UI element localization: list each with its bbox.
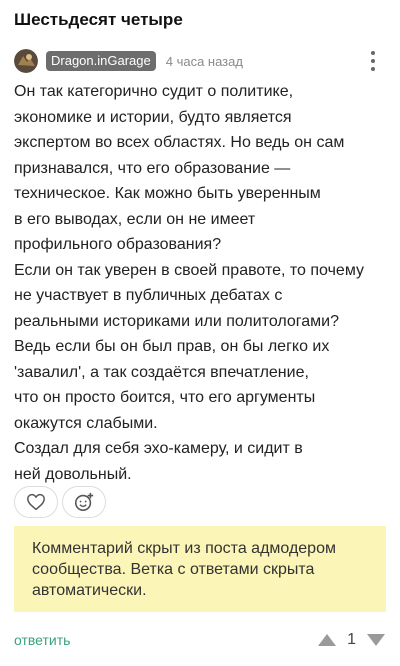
comment-line: экспертом во всех областях. Но ведь он с… — [14, 134, 345, 151]
comment-line: реальными историками или политологами? — [14, 312, 340, 330]
comment-body: Он так категорично судит о политике, экон… — [14, 79, 390, 487]
comment-line: ней довольный. — [14, 465, 132, 483]
comment-line: что он просто боится, что его аргументы — [14, 389, 316, 406]
more-vertical-icon[interactable] — [370, 51, 376, 71]
hidden-comment-notice: Комментарий скрыт из поста адмодером соо… — [14, 526, 386, 612]
triangle-down-icon — [367, 634, 385, 646]
comment-line: не участвует в публичных дебатах с — [14, 287, 283, 304]
downvote-button[interactable] — [366, 633, 386, 647]
vote-score: 1 — [347, 631, 356, 648]
comment-line: окажутся слабыми. — [14, 414, 158, 432]
reaction-row — [14, 486, 106, 518]
comment-timestamp: 4 часа назад — [165, 53, 243, 69]
triangle-up-icon — [318, 634, 337, 646]
comment-line: Ведь если бы он был прав, он бы легко их — [14, 338, 330, 355]
comment-header: Dragon.inGarage 4 часа назад — [14, 48, 386, 74]
comment-line: признавался, что его образование — — [14, 159, 291, 177]
upvote-button[interactable] — [317, 633, 337, 647]
reply-link[interactable]: ответить — [14, 632, 70, 648]
comment-line: 'завалил', а так создаётся впечатление, — [14, 363, 309, 381]
comment-footer: ответить 1 — [14, 626, 386, 654]
comment-line: Он так категорично судит о политике, — [14, 83, 294, 100]
comment-line: Если он так уверен в своей правоте, то п… — [14, 261, 365, 279]
comment-line: экономике и истории, будто является — [14, 108, 292, 126]
comment-line: Создал для себя эхо-камеру, и сидит в — [14, 440, 303, 457]
like-button[interactable] — [14, 486, 58, 518]
avatar[interactable] — [14, 49, 38, 73]
add-reaction-button[interactable] — [62, 486, 106, 518]
vote-controls: 1 — [317, 626, 386, 654]
comment-line: в его выводах, если он не имеет — [14, 210, 256, 228]
add-emoji-icon — [74, 492, 94, 512]
post-title[interactable]: Шестьдесят четыре — [14, 10, 183, 30]
comment-line: профильного образования? — [14, 236, 222, 253]
heart-icon — [27, 493, 45, 511]
comment-line: техническое. Как можно быть уверенным — [14, 185, 321, 202]
username-badge[interactable]: Dragon.inGarage — [46, 51, 156, 71]
